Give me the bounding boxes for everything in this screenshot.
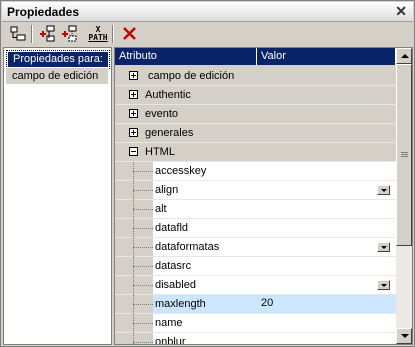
group-row-evento[interactable]: evento (115, 105, 396, 124)
value-text: 20 (261, 297, 274, 309)
attribute-row-disabled[interactable]: disabled (115, 276, 396, 295)
xpath-icon[interactable]: X PATH (88, 24, 108, 44)
properties-window: Propiedades ✕ X PATH Propiedades para: c… (0, 0, 415, 347)
group-label: HTML (145, 146, 175, 158)
expand-plus-icon[interactable] (129, 90, 138, 99)
attribute-row-maxlength[interactable]: maxlength 20 (115, 295, 396, 314)
arrow-up-icon (401, 54, 409, 58)
tree-branch (133, 209, 153, 211)
attribute-row-dataformatas[interactable]: dataformatas (115, 238, 396, 257)
value-cell[interactable] (257, 181, 396, 199)
tree-branch (133, 190, 153, 192)
group-row-authentic[interactable]: Authentic (115, 86, 396, 105)
attribute-name: maxlength (155, 298, 206, 310)
value-cell[interactable]: 20 (257, 295, 396, 313)
vertical-scrollbar[interactable] (396, 48, 412, 344)
delete-icon[interactable] (120, 24, 140, 44)
value-cell[interactable] (257, 257, 396, 275)
attribute-name: accesskey (155, 165, 207, 177)
attribute-name: alt (155, 203, 167, 215)
group-row-html[interactable]: HTML (115, 143, 396, 162)
value-cell[interactable] (257, 333, 396, 344)
tree-branch (133, 285, 153, 287)
attribute-name: datafld (155, 222, 189, 234)
scroll-down-button[interactable] (396, 328, 412, 344)
group-label: generales (145, 127, 194, 139)
arrow-down-icon (401, 334, 409, 338)
value-cell[interactable] (257, 238, 396, 256)
attribute-name: datasrc (155, 260, 192, 272)
tree-branch (133, 266, 153, 268)
grip-line (401, 152, 408, 153)
attribute-name: onblur (155, 336, 186, 344)
group-row-generales[interactable]: generales (115, 124, 396, 143)
value-cell[interactable] (257, 276, 396, 294)
dropdown-arrow-icon[interactable] (377, 242, 390, 252)
properties-for-item[interactable]: campo de edición (6, 68, 108, 84)
attribute-cell (153, 200, 257, 218)
dropdown-arrow-icon[interactable] (377, 280, 390, 290)
add-sibling-icon[interactable] (60, 24, 80, 44)
group-label: evento (145, 108, 179, 120)
tree-branch (133, 304, 153, 306)
attribute-row-onblur[interactable]: onblur (115, 333, 396, 344)
close-icon[interactable]: ✕ (395, 3, 407, 19)
tree-branch (133, 342, 153, 344)
attribute-row-name[interactable]: name (115, 314, 396, 333)
attribute-row-align[interactable]: align (115, 181, 396, 200)
attribute-name: dataformatas (155, 241, 220, 253)
attribute-name: name (155, 317, 183, 329)
scrollbar-thumb[interactable] (396, 64, 412, 246)
expand-plus-icon[interactable] (129, 128, 138, 137)
attribute-row-alt[interactable]: alt (115, 200, 396, 219)
toolbar-separator (31, 25, 33, 43)
attribute-grid-panel: Atributo Valor campo de edición Authenti… (114, 47, 413, 345)
grip-line (401, 156, 408, 157)
value-cell[interactable] (257, 200, 396, 218)
tree-branch (133, 323, 153, 325)
tree-branch (133, 228, 153, 230)
attribute-name: disabled (155, 279, 196, 291)
toolbar-separator (112, 25, 114, 43)
show-all-icon[interactable] (8, 24, 28, 44)
attribute-grid: Atributo Valor campo de edición Authenti… (115, 48, 396, 344)
tree-branch (133, 247, 153, 249)
column-header-value[interactable]: Valor (257, 48, 396, 65)
grip-line (401, 154, 408, 155)
group-label: campo de edición (148, 70, 235, 82)
value-cell[interactable] (257, 219, 396, 237)
properties-for-panel: Propiedades para: campo de edición (3, 47, 112, 345)
expand-plus-icon[interactable] (129, 71, 138, 80)
scroll-up-button[interactable] (396, 48, 412, 64)
value-cell[interactable] (257, 162, 396, 180)
title-bar: Propiedades ✕ (2, 2, 413, 22)
attribute-row-datasrc[interactable]: datasrc (115, 257, 396, 276)
attribute-name: align (155, 184, 179, 196)
tree-branch (133, 171, 153, 173)
add-child-icon[interactable] (38, 24, 58, 44)
column-header-attribute[interactable]: Atributo (115, 48, 257, 65)
xpath-icon-bottom: PATH (88, 33, 108, 42)
properties-for-header: Propiedades para: (6, 50, 110, 69)
toolbar: X PATH (2, 22, 413, 46)
group-row-campo-de-edicion[interactable]: campo de edición (115, 67, 396, 86)
attribute-row-accesskey[interactable]: accesskey (115, 162, 396, 181)
dropdown-arrow-icon[interactable] (377, 185, 390, 195)
group-label: Authentic (145, 89, 191, 101)
value-cell[interactable] (257, 314, 396, 332)
expand-plus-icon[interactable] (129, 109, 138, 118)
attribute-row-datafld[interactable]: datafld (115, 219, 396, 238)
window-title: Propiedades (7, 5, 80, 19)
collapse-minus-icon[interactable] (129, 147, 138, 156)
